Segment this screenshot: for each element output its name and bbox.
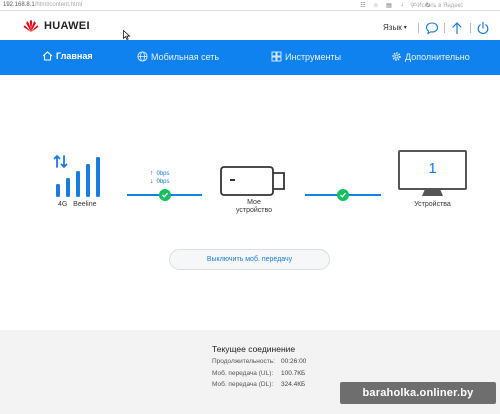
nav-label: Главная: [56, 51, 93, 61]
connection-row: Моб. передача (DL): 324.4КБ: [212, 381, 305, 388]
connection-row-value: 00:26:00: [281, 358, 307, 365]
caret-down-icon: ▾: [403, 25, 407, 31]
disable-mobile-data-button[interactable]: Выключить моб. передачу: [169, 249, 330, 270]
router-header: HUAWEI Язык ▾: [0, 12, 500, 40]
url-host: 192.168.8.1: [3, 2, 35, 8]
arrow-up-icon: ↑: [150, 170, 154, 177]
connection-row: Моб. передача (UL): 100.7КБ: [212, 370, 305, 377]
devices-label: Устройства: [414, 201, 451, 208]
home-icon: [42, 51, 53, 61]
browser-toolbar: 192.168.8.1/html/content.html ☷ ☆ ▤ ↓ ⌂ …: [0, 0, 500, 11]
connection-row-value: 100.7КБ: [281, 370, 306, 377]
nav-label: Мобильная сеть: [151, 51, 220, 62]
nav-item-advanced[interactable]: Дополнительно: [391, 51, 470, 62]
arrow-down-icon: ↓: [150, 178, 154, 185]
header-divider: [418, 23, 419, 33]
address-bar[interactable]: 192.168.8.1/html/content.html: [3, 2, 82, 8]
tabs-icon[interactable]: ☷: [359, 1, 367, 9]
tools-icon: [271, 51, 282, 62]
language-label: Язык: [383, 23, 402, 32]
download-icon[interactable]: ↓: [398, 1, 406, 9]
main-nav: Главная Мобильная сеть Инструменты Допол…: [0, 40, 500, 75]
upload-speed: ↑ 0bps: [150, 170, 170, 177]
download-speed-value: 0bps: [156, 178, 170, 185]
search-placeholder: Искать в Яндекс: [417, 2, 464, 9]
connection-row-value: 324.4КБ: [281, 381, 306, 388]
connection-row-label: Моб. передача (DL):: [212, 381, 274, 388]
header-divider: [444, 23, 445, 33]
usb-modem-icon: [220, 166, 285, 196]
upload-speed-value: 0bps: [156, 170, 170, 177]
reader-icon[interactable]: ▤: [385, 1, 393, 9]
nav-label: Инструменты: [285, 51, 342, 62]
url-path: /html/content.html: [34, 2, 83, 8]
signal-strength-icon: [53, 154, 100, 197]
gear-icon: [392, 52, 401, 61]
logout-icon[interactable]: [476, 21, 490, 35]
my-device-label: Мое устройство: [235, 199, 273, 214]
logo-text: HUAWEI: [44, 20, 90, 32]
huawei-logo[interactable]: HUAWEI: [23, 19, 90, 33]
upload-arrow-icon[interactable]: [450, 21, 464, 35]
search-icon: ⚲: [410, 3, 415, 9]
watermark: baraholka.onliner.by: [340, 382, 496, 404]
huawei-petal-icon: [23, 19, 39, 32]
header-divider: [470, 23, 471, 33]
nav-item-mobile-network[interactable]: Мобильная сеть: [137, 51, 219, 62]
mouse-cursor-icon: [123, 30, 131, 40]
check-icon: [159, 189, 171, 201]
nav-label: Дополнительно: [405, 51, 470, 62]
connection-title: Текущее соединение: [212, 344, 296, 354]
message-icon[interactable]: [425, 21, 439, 35]
connection-row-label: Моб. передача (UL):: [212, 370, 274, 377]
nav-item-home[interactable]: Главная: [42, 51, 93, 61]
devices-count: 1: [428, 160, 437, 177]
network-label: 4G Beeline: [58, 201, 97, 208]
connection-row: Продолжительность: 00:26:00: [212, 358, 306, 365]
bookmark-star-icon[interactable]: ☆: [372, 1, 380, 9]
browser-search[interactable]: ⚲ Искать в Яндекс: [410, 1, 498, 10]
nav-item-tools[interactable]: Инструменты: [271, 51, 341, 62]
connection-row-label: Продолжительность:: [212, 358, 275, 365]
check-icon: [337, 189, 349, 201]
language-select[interactable]: Язык ▾: [383, 23, 407, 32]
globe-icon: [137, 51, 148, 62]
download-speed: ↓ 0bps: [150, 178, 170, 185]
